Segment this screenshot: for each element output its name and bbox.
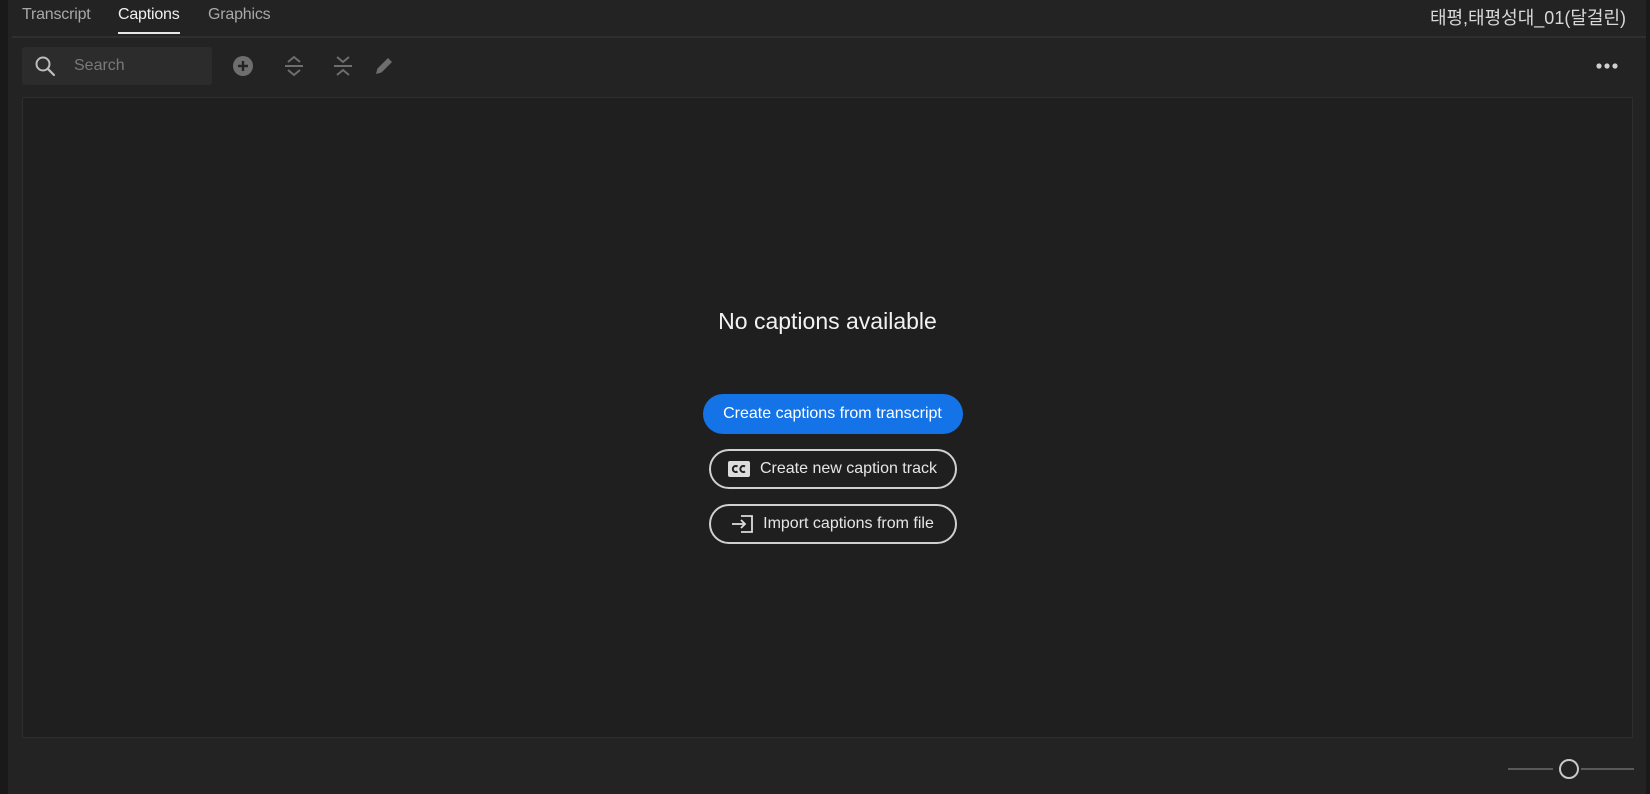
collapse-icon[interactable] (330, 53, 356, 79)
left-border (0, 0, 8, 794)
right-border (1646, 0, 1650, 794)
zoom-slider[interactable] (1508, 759, 1634, 779)
import-captions-from-file-label: Import captions from file (763, 515, 934, 532)
tab-graphics[interactable]: Graphics (208, 6, 271, 32)
import-icon (731, 515, 754, 533)
tab-transcript[interactable]: Transcript (22, 6, 91, 32)
add-icon[interactable] (230, 53, 256, 79)
captions-list-panel: No captions available Create captions fr… (22, 97, 1633, 738)
expand-icon[interactable] (281, 53, 307, 79)
search-box[interactable] (22, 47, 212, 85)
create-new-caption-track-label: Create new caption track (760, 460, 937, 477)
tab-bar: Transcript Captions Graphics 태평,태평성대_01(… (12, 0, 1646, 38)
tab-captions[interactable]: Captions (118, 6, 180, 34)
search-icon (34, 55, 56, 77)
sequence-title: 태평,태평성대_01(달걸린) (1429, 8, 1626, 28)
create-captions-from-transcript-label: Create captions from transcript (723, 405, 942, 422)
zoom-slider-thumb[interactable] (1559, 759, 1579, 779)
captions-panel-window: Transcript Captions Graphics 태평,태평성대_01(… (0, 0, 1650, 794)
empty-state-title: No captions available (718, 308, 937, 334)
import-captions-from-file-button[interactable]: Import captions from file (708, 504, 957, 544)
create-captions-from-transcript-button[interactable]: Create captions from transcript (702, 394, 963, 434)
edit-icon[interactable] (371, 53, 397, 79)
more-icon[interactable] (1594, 55, 1620, 77)
closed-captions-icon (728, 460, 750, 478)
zoom-slider-track-left (1508, 768, 1553, 770)
search-input[interactable] (74, 53, 204, 79)
zoom-slider-track-right (1581, 768, 1634, 770)
create-new-caption-track-button[interactable]: Create new caption track (708, 449, 957, 489)
